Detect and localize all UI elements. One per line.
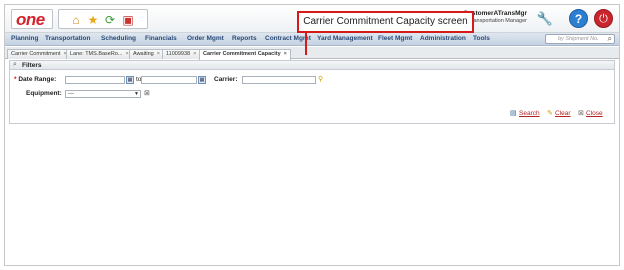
clear-icon: ✎ — [547, 110, 553, 117]
refresh-icon[interactable]: ⟳ — [103, 13, 117, 27]
tab-label: Awaiting — [133, 51, 154, 57]
nav-order-mgmt[interactable]: Order Mgmt — [187, 35, 224, 42]
tab-carrier-commitment[interactable]: Carrier Commitment× — [7, 49, 71, 59]
callout-annotation: Carrier Commitment Capacity screen — [297, 11, 474, 33]
tab-label: Carrier Commitment — [11, 51, 61, 57]
help-icon[interactable]: ? — [569, 9, 588, 28]
date-range-from-input[interactable] — [65, 76, 125, 84]
nav-fleet-mgmt[interactable]: Fleet Mgmt — [378, 35, 412, 42]
main-nav: Planning Transportation Scheduling Finan… — [5, 33, 619, 46]
date-range-label: * Date Range: — [14, 76, 57, 83]
tab-awaiting[interactable]: Awaiting × — [129, 49, 164, 59]
carrier-input[interactable] — [242, 76, 316, 84]
tab-label: Carrier Commitment Capacity — [203, 51, 281, 57]
app-window: one ⌂ ★ ⟳ ▣ CustomerATransMgr Transporta… — [4, 4, 620, 266]
tab-11009938[interactable]: 11009938 × — [162, 49, 201, 59]
date-range-to-input[interactable] — [141, 76, 197, 84]
power-icon[interactable]: ⏻ — [594, 9, 613, 28]
tab-carrier-commitment-capacity[interactable]: Carrier Commitment Capacity × — [199, 49, 291, 60]
wrench-icon[interactable]: 🔧 — [537, 11, 553, 27]
tab-lane[interactable]: Lane: TMS.BaseRo... × — [66, 49, 133, 59]
shipment-search-input[interactable]: by Shipment No. ⌕ — [545, 34, 615, 44]
star-icon[interactable]: ★ — [86, 13, 100, 27]
filters-title: Filters — [22, 62, 42, 69]
nav-administration[interactable]: Administration — [420, 35, 466, 42]
nav-scheduling[interactable]: Scheduling — [101, 35, 136, 42]
search-button[interactable]: Search — [519, 110, 540, 117]
nav-reports[interactable]: Reports — [232, 35, 257, 42]
close-icon[interactable]: × — [284, 51, 287, 57]
nav-tools[interactable]: Tools — [473, 35, 490, 42]
tab-bar: Carrier Commitment× Lane: TMS.BaseRo...×… — [5, 47, 619, 60]
equipment-label: Equipment: — [26, 90, 62, 97]
search-placeholder: by Shipment No. — [558, 36, 599, 42]
quick-icons: ⌂ ★ ⟳ ▣ — [58, 9, 148, 29]
close-icon[interactable]: × — [157, 51, 160, 57]
filters-header[interactable]: ⌕ Filters — [9, 60, 615, 70]
tab-label: Lane: TMS.BaseRo... — [70, 51, 123, 57]
calendar-icon[interactable]: ▦ — [198, 76, 206, 84]
calendar-icon[interactable]: ▦ — [126, 76, 134, 84]
equipment-value: --- — [68, 91, 74, 97]
nav-planning[interactable]: Planning — [11, 35, 38, 42]
chevron-down-icon: ▼ — [134, 91, 139, 97]
nav-yard-management[interactable]: Yard Management — [317, 35, 373, 42]
nav-contract-mgmt[interactable]: Contract Mgmt — [265, 35, 311, 42]
nav-financials[interactable]: Financials — [145, 35, 177, 42]
tab-label: 11009938 — [166, 51, 191, 57]
close-icon: ⊠ — [578, 110, 584, 117]
nav-transportation[interactable]: Transportation — [45, 35, 91, 42]
callout-pointer — [305, 33, 307, 55]
filters-panel: * Date Range: ▦ to ▦ Carrier: ⚲ Equipmen… — [9, 70, 615, 124]
logo-text: one — [16, 10, 45, 29]
equipment-select[interactable]: --- ▼ — [65, 90, 141, 98]
close-icon[interactable]: × — [193, 51, 196, 57]
search-icon: ▤ — [510, 110, 517, 117]
one-logo[interactable]: one — [11, 9, 53, 29]
search-icon: ⌕ — [13, 61, 17, 68]
carrier-label: Carrier: — [214, 76, 238, 83]
search-icon[interactable]: ⌕ — [608, 34, 612, 44]
clear-button[interactable]: Clear — [555, 110, 571, 117]
close-button[interactable]: Close — [586, 110, 603, 117]
home-icon[interactable]: ⌂ — [69, 13, 83, 27]
lookup-icon[interactable]: ⚲ — [318, 76, 327, 84]
monitor-icon[interactable]: ▣ — [121, 13, 135, 27]
clear-icon[interactable]: ⊠ — [144, 89, 150, 97]
